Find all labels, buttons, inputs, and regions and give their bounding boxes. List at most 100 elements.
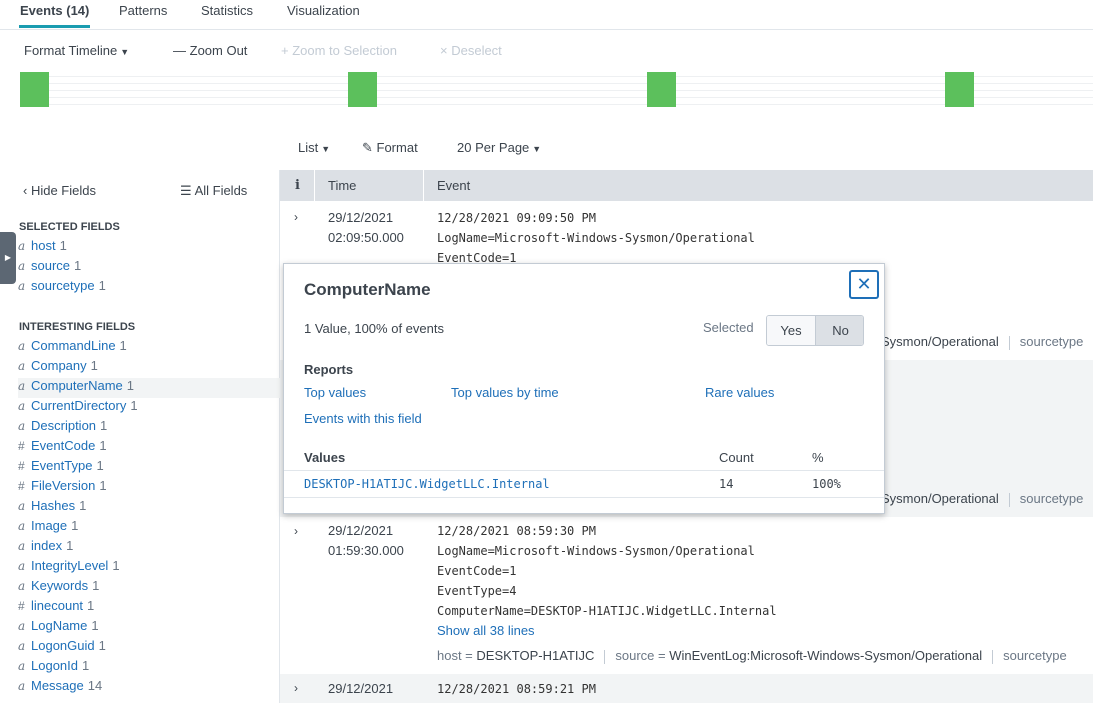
source-value[interactable]: WinEventLog:Microsoft-Windows-Sysmon/Ope… xyxy=(669,648,982,663)
field-item-keywords[interactable]: a Keywords 1 xyxy=(18,578,280,598)
sidebar-toggle-handle[interactable]: ▶ xyxy=(0,232,16,284)
selected-label: Selected xyxy=(703,320,754,335)
top-values-link[interactable]: Top values xyxy=(304,385,366,400)
field-item-fileversion[interactable]: # FileVersion 1 xyxy=(18,478,280,498)
event-line: LogName=Microsoft-Windows-Sysmon/Operati… xyxy=(437,231,755,245)
field-item-message[interactable]: a Message 14 xyxy=(18,678,280,698)
event-line: 12/28/2021 08:59:30 PM xyxy=(437,524,596,538)
deselect-label: Deselect xyxy=(451,43,502,58)
tab-statistics[interactable]: Statistics xyxy=(200,3,254,25)
field-item-logname[interactable]: a LogName 1 xyxy=(18,618,280,638)
interesting-fields-title: INTERESTING FIELDS xyxy=(19,321,136,333)
string-type-icon: a xyxy=(18,419,26,433)
string-type-icon: a xyxy=(18,359,26,373)
meta-divider xyxy=(1008,492,1010,507)
string-type-icon: a xyxy=(18,499,26,513)
event-clock: 01:59:30.000 xyxy=(328,543,404,558)
event-column-header: Event xyxy=(437,178,471,193)
string-type-icon: a xyxy=(18,559,26,573)
event-text: 12/28/2021 08:59:30 PM LogName=Microsoft… xyxy=(437,521,777,641)
field-item-source[interactable]: a source 1 xyxy=(18,258,280,278)
tab-visualization[interactable]: Visualization xyxy=(286,3,361,25)
field-item-index[interactable]: a index 1 xyxy=(18,538,280,558)
field-name: linecount xyxy=(31,598,84,613)
events-with-field-link[interactable]: Events with this field xyxy=(304,411,422,426)
rare-values-link[interactable]: Rare values xyxy=(705,385,774,400)
event-clock: 02:09:50.000 xyxy=(328,230,404,245)
values-header: Values xyxy=(304,450,346,465)
count-header: Count xyxy=(719,450,754,465)
field-name: Image xyxy=(31,518,68,533)
string-type-icon: a xyxy=(18,339,26,353)
field-item-sourcetype[interactable]: a sourcetype 1 xyxy=(18,278,280,298)
column-divider xyxy=(423,170,424,201)
field-summary-popover: ComputerName ✕ 1 Value, 100% of events S… xyxy=(283,263,885,514)
deselect-button[interactable]: × Deselect xyxy=(440,43,502,58)
host-value[interactable]: DESKTOP-H1ATIJC xyxy=(476,648,594,663)
field-name: host xyxy=(31,238,56,253)
field-value-link[interactable]: DESKTOP-H1ATIJC.WidgetLLC.Internal xyxy=(304,477,550,491)
field-item-logonid[interactable]: a LogonId 1 xyxy=(18,658,280,678)
field-count: 1 xyxy=(74,258,82,273)
field-count: 1 xyxy=(99,438,107,453)
event-line: ComputerName=DESKTOP-H1ATIJC.WidgetLLC.I… xyxy=(437,604,777,618)
expand-chevron-icon[interactable]: › xyxy=(294,681,298,695)
no-button[interactable]: No xyxy=(816,316,863,345)
string-type-icon: a xyxy=(18,659,26,673)
expand-chevron-icon[interactable]: › xyxy=(294,524,298,538)
list-label: List xyxy=(298,140,319,155)
field-item-integritylevel[interactable]: a IntegrityLevel 1 xyxy=(18,558,280,578)
field-item-eventcode[interactable]: # EventCode 1 xyxy=(18,438,280,458)
string-type-icon: a xyxy=(18,399,26,413)
zoom-to-selection-button[interactable]: + Zoom to Selection xyxy=(281,43,397,58)
field-item-linecount[interactable]: # linecount 1 xyxy=(18,598,280,618)
event-row: › 29/12/2021 12/28/2021 08:59:21 PM xyxy=(280,674,1093,703)
field-name: Hashes xyxy=(31,498,76,513)
format-button[interactable]: ✎ Format xyxy=(362,140,418,156)
per-page-button[interactable]: 20 Per Page ▼ xyxy=(457,140,541,155)
top-values-by-time-link[interactable]: Top values by time xyxy=(451,385,559,400)
field-item-company[interactable]: a Company 1 xyxy=(18,358,280,378)
field-item-hashes[interactable]: a Hashes 1 xyxy=(18,498,280,518)
source-value[interactable]: Sysmon/Operational xyxy=(881,491,999,506)
timeline-bar[interactable] xyxy=(945,72,974,107)
timeline-gridline xyxy=(20,97,1093,98)
field-count: 1 xyxy=(79,498,87,513)
tab-events[interactable]: Events (14) xyxy=(19,3,91,28)
source-value[interactable]: Sysmon/Operational xyxy=(881,334,999,349)
field-item-image[interactable]: a Image 1 xyxy=(18,518,280,538)
list-button[interactable]: List ▼ xyxy=(298,140,330,155)
all-fields-button[interactable]: ☰ All Fields xyxy=(180,183,247,199)
show-all-lines-link[interactable]: Show all 38 lines xyxy=(437,621,777,641)
yes-button[interactable]: Yes xyxy=(767,316,816,345)
timeline-bar[interactable] xyxy=(647,72,676,107)
timeline-gridline xyxy=(20,83,1093,84)
event-meta: Sysmon/Operational sourcetype xyxy=(881,334,1083,350)
number-type-icon: # xyxy=(18,479,25,493)
field-name: LogName xyxy=(31,618,88,633)
field-item-eventtype[interactable]: # EventType 1 xyxy=(18,458,280,478)
field-item-logonguid[interactable]: a LogonGuid 1 xyxy=(18,638,280,658)
field-item-host[interactable]: a host 1 xyxy=(18,238,280,258)
zoom-out-button[interactable]: — Zoom Out xyxy=(173,43,247,58)
divider xyxy=(284,497,884,498)
timeline-bar[interactable] xyxy=(20,72,49,107)
format-timeline-button[interactable]: Format Timeline ▼ xyxy=(24,43,129,58)
field-item-currentdirectory[interactable]: a CurrentDirectory 1 xyxy=(18,398,280,418)
sourcetype-key: sourcetype xyxy=(1003,648,1067,663)
field-item-computername[interactable]: a ComputerName 1 xyxy=(18,378,280,398)
tab-patterns[interactable]: Patterns xyxy=(118,3,168,25)
expand-chevron-icon[interactable]: › xyxy=(294,210,298,224)
event-text: 12/28/2021 08:59:21 PM xyxy=(437,679,596,699)
timeline-chart[interactable] xyxy=(20,72,1093,107)
timeline-bar[interactable] xyxy=(348,72,377,107)
event-time: 29/12/2021 xyxy=(328,679,393,699)
close-icon[interactable]: ✕ xyxy=(849,270,879,299)
field-item-description[interactable]: a Description 1 xyxy=(18,418,280,438)
string-type-icon: a xyxy=(18,279,26,293)
hide-fields-button[interactable]: ‹ Hide Fields xyxy=(23,183,96,198)
value-count: 14 xyxy=(719,477,734,491)
string-type-icon: a xyxy=(18,679,26,693)
field-item-commandline[interactable]: a CommandLine 1 xyxy=(18,338,280,358)
chevron-left-icon: ‹ xyxy=(23,183,31,198)
